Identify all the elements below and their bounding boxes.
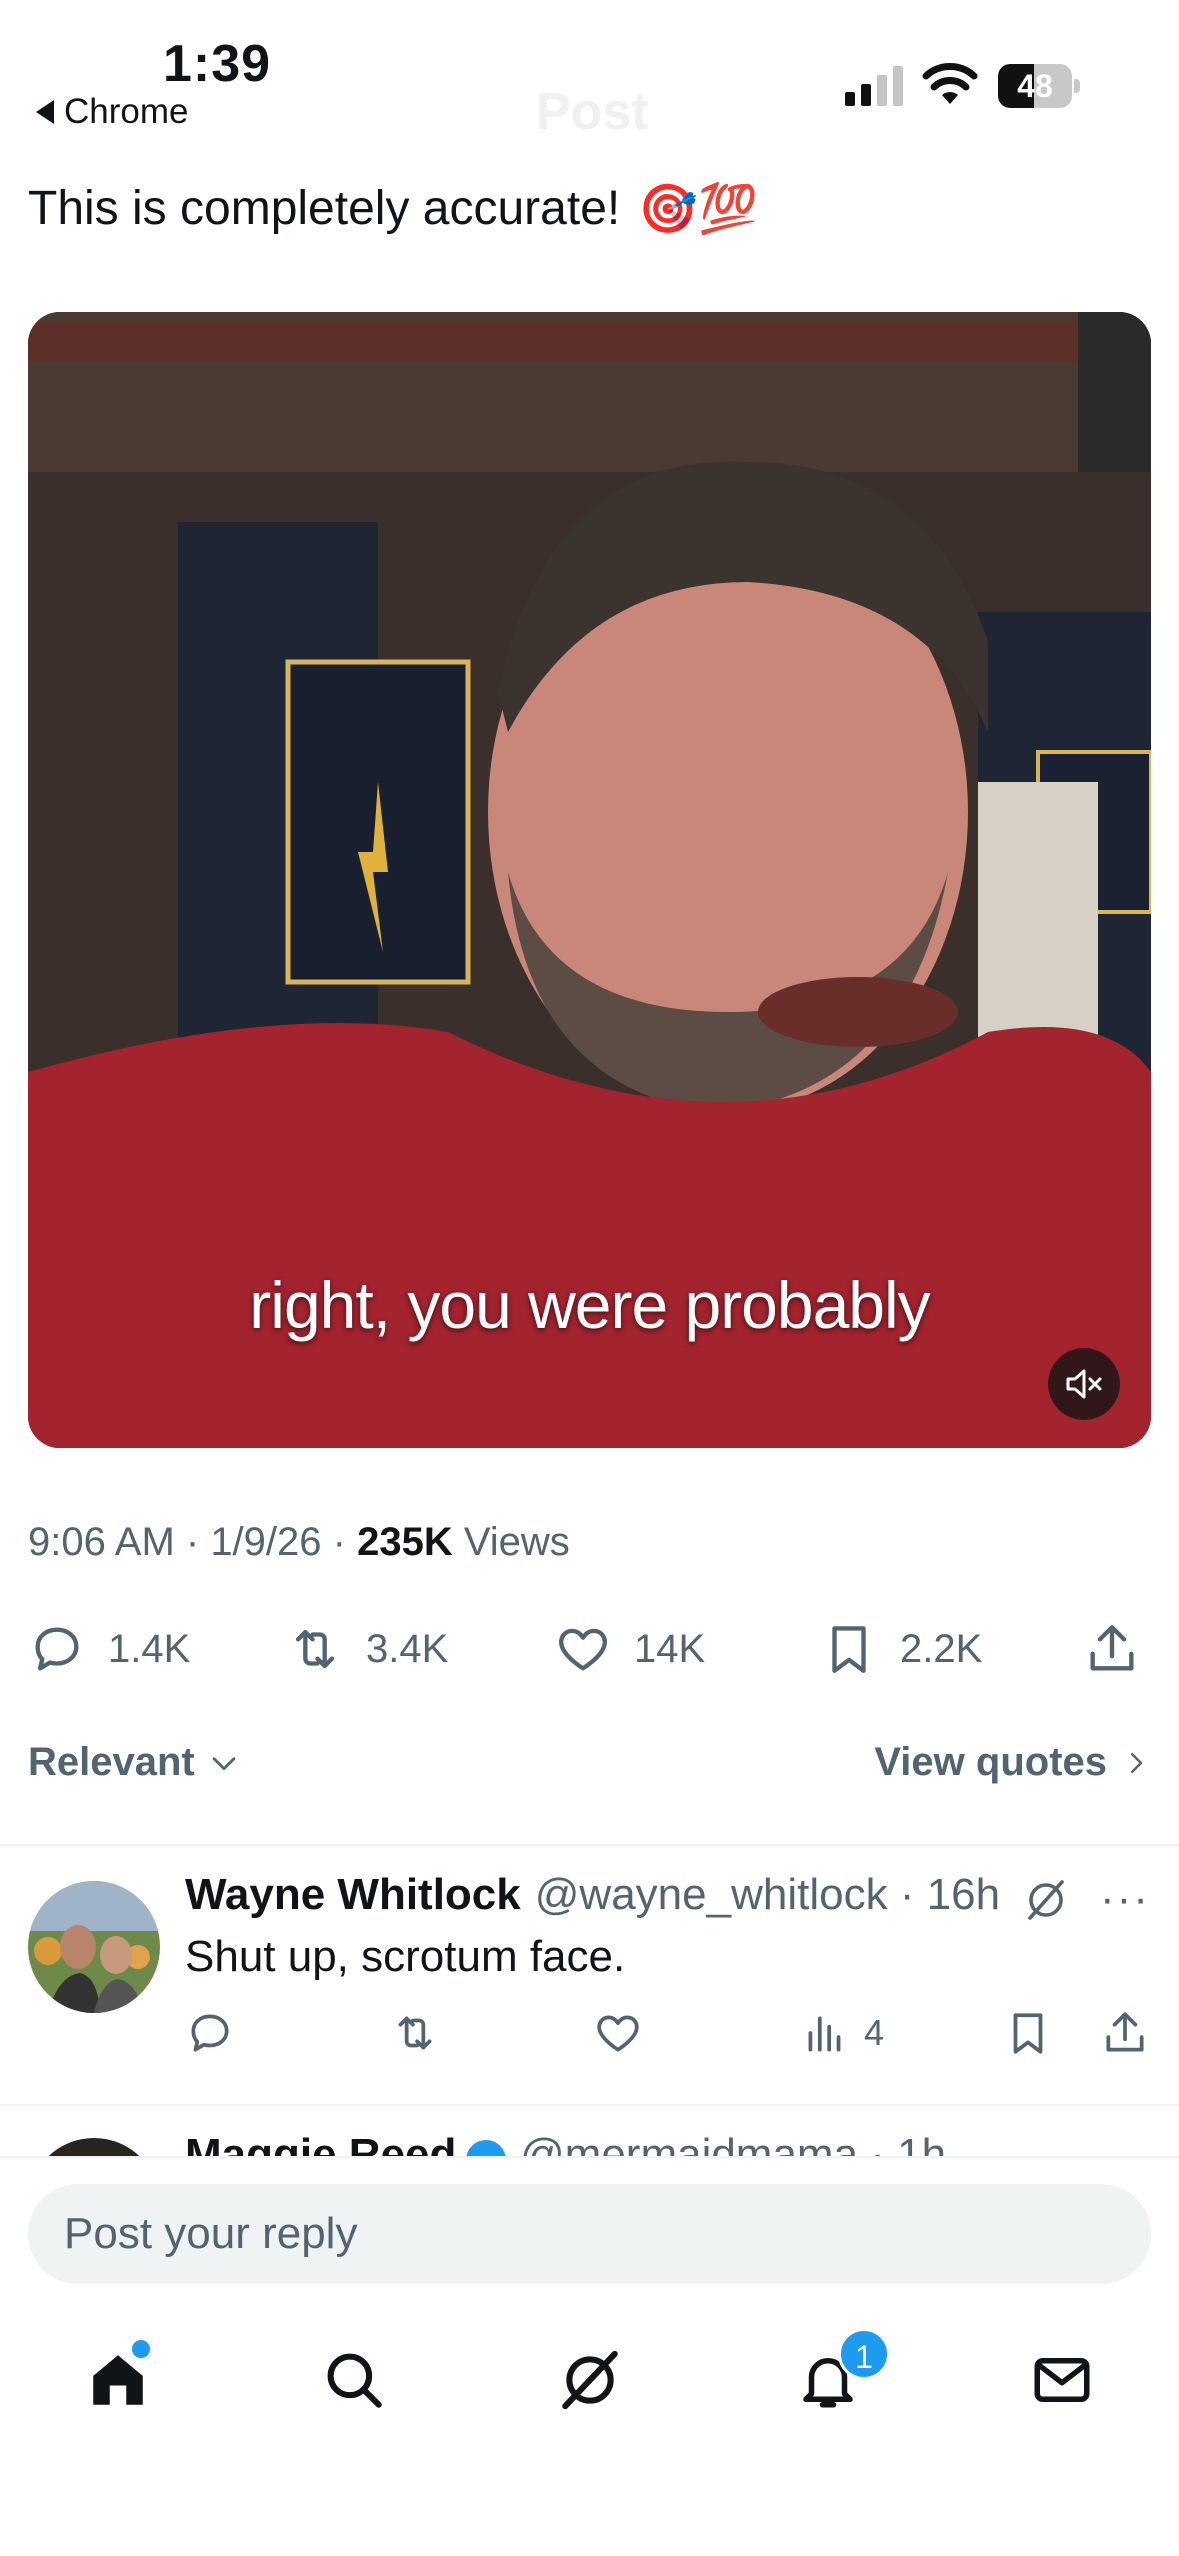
reply-views-count: 4 — [864, 2012, 885, 2053]
next-reply-peek[interactable]: Maggie Reed @mermaidmama · 1h — [0, 2108, 1179, 2160]
share-icon — [1106, 2012, 1144, 2052]
reply-bookmark-button[interactable] — [1003, 2008, 1053, 2058]
bookmark-icon — [832, 1626, 866, 1673]
mute-button[interactable] — [1048, 1348, 1120, 1420]
bookmark-count: 2.2K — [900, 1626, 983, 1671]
more-options-icon[interactable]: ··· — [1100, 1874, 1150, 1924]
nav-messages[interactable] — [1022, 2340, 1102, 2420]
sort-label: Relevant — [28, 1740, 195, 1784]
status-bar: 1:39 Chrome Post 48 — [0, 0, 1179, 176]
bookmark-button[interactable]: 2.2K — [820, 1614, 982, 1684]
back-app-label: Chrome — [64, 92, 189, 131]
reply-text: Shut up, scrotum face. — [185, 1932, 626, 1981]
repost-button[interactable]: 3.4K — [286, 1614, 448, 1684]
tweet-action-bar: 1.4K 3.4K 14K 2.2K — [28, 1614, 1151, 1684]
back-to-app-button[interactable]: Chrome — [36, 92, 188, 132]
view-quotes-link[interactable]: View quotes — [874, 1740, 1151, 1785]
grok-icon[interactable] — [1022, 1876, 1070, 1924]
cellular-signal-icon — [845, 66, 903, 106]
bottom-navigation — [0, 2340, 1179, 2420]
mail-icon — [1034, 2358, 1090, 2402]
status-time: 1:39 — [163, 35, 272, 93]
nav-search[interactable] — [314, 2340, 394, 2420]
reply-repost-button[interactable] — [390, 2008, 440, 2058]
share-icon — [1090, 1625, 1134, 1671]
reply-share-button[interactable] — [1100, 2008, 1150, 2058]
views-label: Views — [463, 1520, 570, 1564]
reply-item[interactable]: Wayne Whitlock @wayne_whitlock · 16h ···… — [0, 1846, 1179, 2104]
repost-icon — [295, 1629, 335, 1669]
tweet-time: 9:06 AM — [28, 1520, 175, 1564]
tweet-date: 1/9/26 — [210, 1520, 322, 1564]
repost-count: 3.4K — [366, 1626, 449, 1671]
tweet-text: This is completely accurate! — [28, 182, 621, 235]
repost-icon — [398, 2016, 432, 2050]
chevron-down-icon — [212, 1756, 236, 1770]
like-button[interactable]: 14K — [554, 1614, 705, 1684]
reply-input[interactable] — [28, 2184, 1151, 2284]
reply-icon — [35, 1627, 79, 1671]
like-count: 14K — [634, 1626, 706, 1671]
tweet-emojis: 🎯💯 — [638, 183, 758, 236]
reply-icon — [191, 2014, 229, 2052]
battery-indicator: 48 — [998, 64, 1080, 108]
search-icon — [327, 2353, 382, 2408]
view-quotes-label: View quotes — [874, 1740, 1107, 1784]
home-unread-dot — [132, 2340, 150, 2358]
reply-views-button[interactable]: 4 — [800, 2008, 884, 2058]
wifi-icon — [922, 63, 978, 104]
heart-icon — [559, 1628, 607, 1671]
sort-replies-dropdown[interactable]: Relevant — [28, 1740, 241, 1785]
reply-header: Wayne Whitlock @wayne_whitlock · 16h — [185, 1870, 1001, 1920]
tweet-text-container: This is completely accurate! 🎯💯 — [28, 180, 758, 237]
views-count: 235K — [357, 1520, 453, 1564]
notification-badge: 1 — [838, 2328, 890, 2380]
share-button[interactable] — [1083, 1614, 1141, 1684]
tweet-metadata: 9:06 AM · 1/9/26 · 235K Views — [28, 1520, 570, 1564]
replies-sort-row: Relevant View quotes — [28, 1740, 1151, 1800]
reply-like-button[interactable] — [593, 2008, 643, 2058]
avatar[interactable] — [28, 1881, 160, 2013]
divider — [0, 2104, 1179, 2106]
reply-author-handle[interactable]: @wayne_whitlock — [535, 1870, 888, 1919]
views-icon — [808, 2016, 841, 2052]
reply-button[interactable]: 1.4K — [28, 1614, 190, 1684]
tweet-video[interactable]: right, you were probably — [28, 312, 1151, 1448]
battery-cap — [1074, 79, 1080, 93]
chevron-right-icon — [1131, 1752, 1143, 1773]
mute-icon — [1066, 1369, 1102, 1399]
back-arrow-icon — [36, 100, 54, 124]
reply-author-name[interactable]: Wayne Whitlock — [185, 1870, 521, 1920]
video-caption: right, you were probably — [249, 1268, 930, 1342]
reply-action-bar: 4 — [185, 2008, 1155, 2068]
heart-icon — [597, 2015, 639, 2052]
nav-grok[interactable] — [550, 2340, 630, 2420]
battery-percent: 48 — [1017, 68, 1053, 104]
grok-icon — [562, 2350, 618, 2410]
reply-reply-button[interactable] — [185, 2008, 235, 2058]
reply-count: 1.4K — [108, 1626, 191, 1671]
page-title: Post — [536, 83, 649, 141]
avatar-image — [28, 1881, 160, 2013]
bookmark-icon — [1013, 2013, 1043, 2054]
reply-time: 16h — [926, 1870, 1001, 1919]
